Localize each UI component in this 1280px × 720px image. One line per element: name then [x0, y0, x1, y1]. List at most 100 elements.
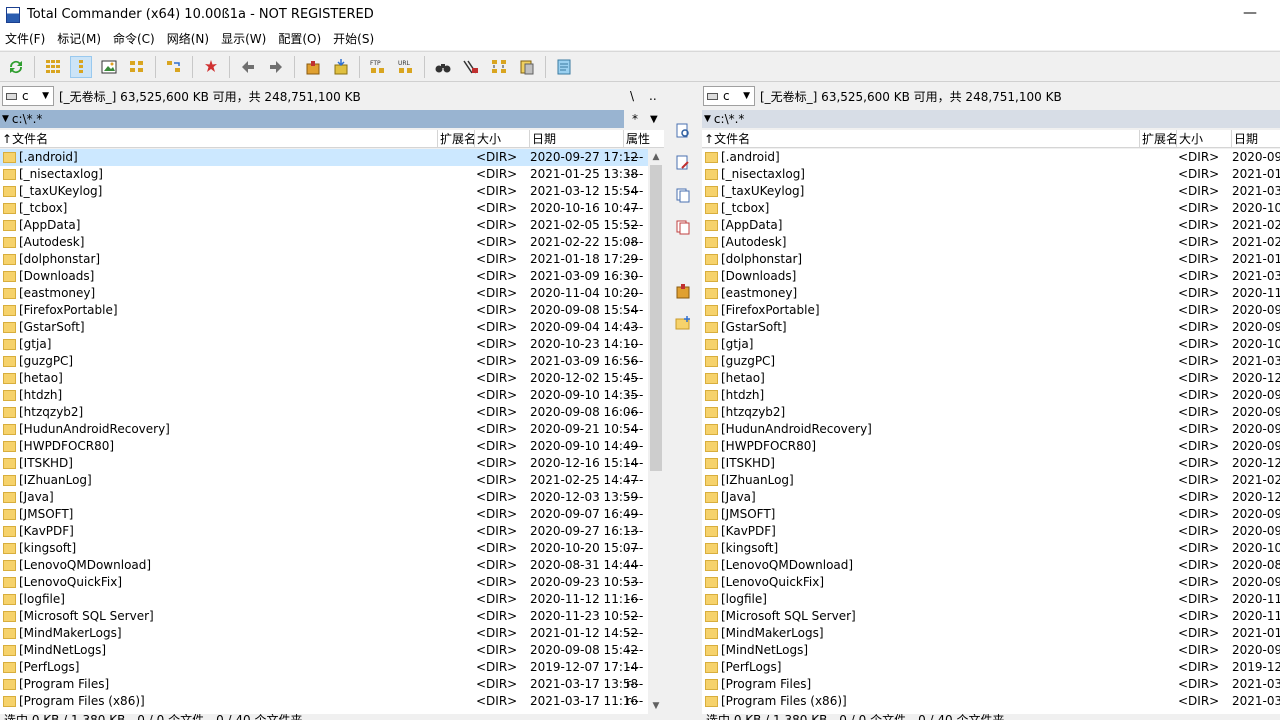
file-row[interactable]: [.android] <DIR> 2020-09-27 17:12 ---- — [0, 149, 648, 166]
left-scrollbar[interactable]: ▲ ▼ — [648, 149, 664, 714]
history-dropdown-icon[interactable]: ▼ — [2, 114, 9, 124]
sync-dirs-icon[interactable] — [488, 56, 510, 78]
column-date[interactable]: 日期 — [1232, 130, 1280, 148]
move-icon[interactable] — [674, 218, 692, 236]
file-row[interactable]: [Program Files] <DIR> 2021-03-17 13:58 r--- — [0, 676, 648, 693]
file-row[interactable]: [kingsoft] <DIR> 2020-10-2 — [702, 540, 1280, 557]
file-row[interactable]: [ITSKHD] <DIR> 2020-12-16 15:14 ---- — [0, 455, 648, 472]
forward-icon[interactable] — [265, 56, 287, 78]
file-row[interactable]: [gtja] <DIR> 2020-10-2 — [702, 336, 1280, 353]
column-size[interactable]: 大小 — [1177, 130, 1232, 148]
file-row[interactable]: [Downloads] <DIR> 2021-03-0 — [702, 268, 1280, 285]
file-row[interactable]: [Java] <DIR> 2020-12-03 13:59 ---- — [0, 489, 648, 506]
menu-file[interactable]: 文件(F) — [0, 29, 51, 50]
menu-mark[interactable]: 标记(M) — [51, 29, 107, 50]
file-row[interactable]: [FirefoxPortable] <DIR> 2020-09-08 15:54 --… — [0, 302, 648, 319]
chevron-down-icon[interactable]: ▼ — [650, 114, 658, 125]
refresh-icon[interactable] — [5, 56, 27, 78]
file-row[interactable]: [htdzh] <DIR> 2020-09-1 — [702, 387, 1280, 404]
file-row[interactable]: [IZhuanLog] <DIR> 2021-02-25 14:47 ---- — [0, 472, 648, 489]
column-attr[interactable]: 属性 — [624, 130, 664, 148]
file-row[interactable]: [Microsoft SQL Server] <DIR> 2020-11-23 10… — [0, 608, 648, 625]
column-date[interactable]: 日期 — [530, 130, 624, 148]
column-name[interactable]: ↑文件名 — [0, 130, 438, 148]
file-row[interactable]: [_nisectaxlog] <DIR> 2021-01-25 13:38 ---- — [0, 166, 648, 183]
file-row[interactable]: [HudunAndroidRecovery] <DIR> 2020-09-2 — [702, 421, 1280, 438]
file-row[interactable]: [MindNetLogs] <DIR> 2020-09-08 15:42 ---- — [0, 642, 648, 659]
file-row[interactable]: [Java] <DIR> 2020-12-0 — [702, 489, 1280, 506]
brief-view-icon[interactable] — [42, 56, 64, 78]
compare-contents-icon[interactable] — [516, 56, 538, 78]
file-row[interactable]: [FirefoxPortable] <DIR> 2020-09-0 — [702, 302, 1280, 319]
left-drive-select[interactable]: c ▼ — [2, 86, 54, 106]
file-row[interactable]: [Program Files (x86)] <DIR> 2021-03-1 — [702, 693, 1280, 710]
menu-show[interactable]: 显示(W) — [215, 29, 272, 50]
right-path-bar[interactable]: ▼ c:\*.* — [702, 110, 1280, 128]
file-row[interactable]: [GstarSoft] <DIR> 2020-09-0 — [702, 319, 1280, 336]
file-row[interactable]: [ITSKHD] <DIR> 2020-12-1 — [702, 455, 1280, 472]
file-row[interactable]: [eastmoney] <DIR> 2020-11-04 10:20 ---- — [0, 285, 648, 302]
file-row[interactable]: [JMSOFT] <DIR> 2020-09-07 16:49 ---- — [0, 506, 648, 523]
file-row[interactable]: [_taxUKeylog] <DIR> 2021-03-1 — [702, 183, 1280, 200]
right-drive-select[interactable]: c ▼ — [703, 86, 755, 106]
right-file-list[interactable]: [.android] <DIR> 2020-09-2 [_nisectaxlog] <D… — [702, 149, 1280, 714]
file-row[interactable]: [htzqzyb2] <DIR> 2020-09-08 16:06 ---- — [0, 404, 648, 421]
menu-start[interactable]: 开始(S) — [327, 29, 380, 50]
compare-icon[interactable] — [126, 56, 148, 78]
copy-icon[interactable] — [674, 186, 692, 204]
file-row[interactable]: [htzqzyb2] <DIR> 2020-09-0 — [702, 404, 1280, 421]
file-row[interactable]: [LenovoQuickFix] <DIR> 2020-09-2 — [702, 574, 1280, 591]
unpack-icon[interactable] — [330, 56, 352, 78]
file-row[interactable]: [Downloads] <DIR> 2021-03-09 16:30 ---- — [0, 268, 648, 285]
file-row[interactable]: [LenovoQuickFix] <DIR> 2020-09-23 10:53 ---… — [0, 574, 648, 591]
scroll-thumb[interactable] — [650, 165, 662, 471]
file-row[interactable]: [IZhuanLog] <DIR> 2021-02-2 — [702, 472, 1280, 489]
file-row[interactable]: [Autodesk] <DIR> 2021-02-22 15:08 ---- — [0, 234, 648, 251]
file-row[interactable]: [logfile] <DIR> 2020-11-1 — [702, 591, 1280, 608]
notepad-icon[interactable] — [553, 56, 575, 78]
minimize-icon[interactable]: — — [1242, 6, 1258, 22]
new-folder-icon[interactable] — [674, 314, 692, 332]
left-up-button[interactable]: .. — [649, 89, 657, 103]
file-row[interactable]: [PerfLogs] <DIR> 2019-12-0 — [702, 659, 1280, 676]
file-row[interactable]: [eastmoney] <DIR> 2020-11-0 — [702, 285, 1280, 302]
file-row[interactable]: [HudunAndroidRecovery] <DIR> 2020-09-21 10… — [0, 421, 648, 438]
file-row[interactable]: [guzgPC] <DIR> 2021-03-09 16:56 ---- — [0, 353, 648, 370]
file-row[interactable]: [_taxUKeylog] <DIR> 2021-03-12 15:54 ---- — [0, 183, 648, 200]
file-row[interactable]: [Program Files] <DIR> 2021-03-1 — [702, 676, 1280, 693]
file-row[interactable]: [htdzh] <DIR> 2020-09-10 14:35 ---- — [0, 387, 648, 404]
file-row[interactable]: [gtja] <DIR> 2020-10-23 14:10 ---- — [0, 336, 648, 353]
column-name[interactable]: ↑文件名 — [702, 130, 1140, 148]
file-row[interactable]: [_tcbox] <DIR> 2020-10-1 — [702, 200, 1280, 217]
invert-selection-icon[interactable] — [200, 56, 222, 78]
view-icon[interactable] — [674, 122, 692, 140]
file-row[interactable]: [MindNetLogs] <DIR> 2020-09-0 — [702, 642, 1280, 659]
file-row[interactable]: [JMSOFT] <DIR> 2020-09-0 — [702, 506, 1280, 523]
file-row[interactable]: [dolphonstar] <DIR> 2021-01-18 17:29 ---- — [0, 251, 648, 268]
menu-commands[interactable]: 命令(C) — [107, 29, 161, 50]
file-row[interactable]: [AppData] <DIR> 2021-02-0 — [702, 217, 1280, 234]
left-filter[interactable]: * — [632, 112, 638, 126]
scroll-up-icon[interactable]: ▲ — [648, 149, 664, 165]
menu-net[interactable]: 网络(N) — [161, 29, 215, 50]
file-row[interactable]: [AppData] <DIR> 2021-02-05 15:52 ---- — [0, 217, 648, 234]
menu-configuration[interactable]: 配置(O) — [272, 29, 327, 50]
file-row[interactable]: [dolphonstar] <DIR> 2021-01-1 — [702, 251, 1280, 268]
multi-rename-icon[interactable] — [460, 56, 482, 78]
tree-view-icon[interactable] — [70, 55, 92, 78]
left-path-bar[interactable]: ▼ c:\*.* — [0, 110, 624, 128]
file-row[interactable]: [MindMakerLogs] <DIR> 2021-01-12 14:52 ---- — [0, 625, 648, 642]
column-ext[interactable]: 扩展名 — [1140, 130, 1177, 148]
edit-icon[interactable] — [674, 154, 692, 172]
file-row[interactable]: [HWPDFOCR80] <DIR> 2020-09-1 — [702, 438, 1280, 455]
file-row[interactable]: [Microsoft SQL Server] <DIR> 2020-11-2 — [702, 608, 1280, 625]
column-ext[interactable]: 扩展名 — [438, 130, 475, 148]
left-file-list[interactable]: [.android] <DIR> 2020-09-27 17:12 ---- [_nis… — [0, 149, 648, 714]
column-size[interactable]: 大小 — [475, 130, 530, 148]
pack-files-icon[interactable] — [674, 282, 692, 300]
back-icon[interactable] — [237, 56, 259, 78]
pack-icon[interactable] — [302, 56, 324, 78]
file-row[interactable]: [.android] <DIR> 2020-09-2 — [702, 149, 1280, 166]
file-row[interactable]: [guzgPC] <DIR> 2021-03-0 — [702, 353, 1280, 370]
file-row[interactable]: [KavPDF] <DIR> 2020-09-27 16:13 ---- — [0, 523, 648, 540]
